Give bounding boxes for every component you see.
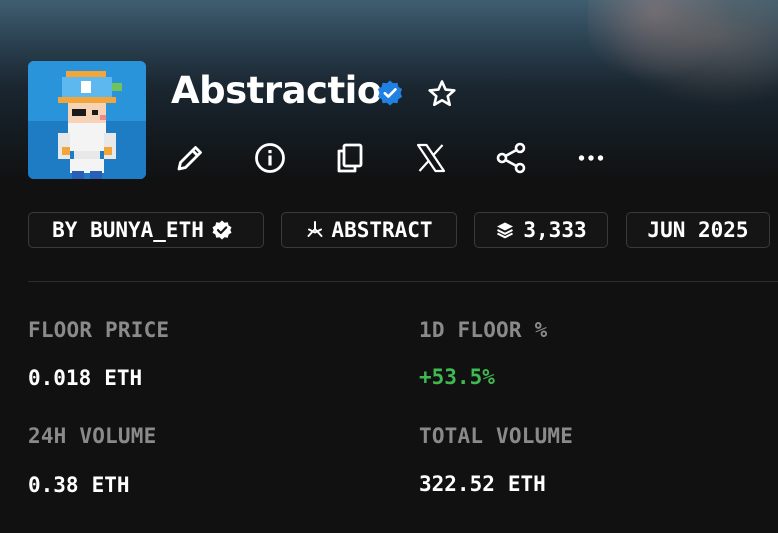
volume-24h-value: 0.38 ETH: [28, 473, 130, 497]
volume-24h-unit: ETH: [91, 473, 130, 497]
created-date-chip: JUN 2025: [626, 212, 770, 248]
layers-icon: [495, 220, 515, 240]
section-divider: [28, 281, 778, 282]
floor-price-value: 0.018 ETH: [28, 366, 142, 390]
total-volume-unit: ETH: [507, 472, 546, 496]
share-icon[interactable]: [493, 140, 529, 176]
abstract-logo-icon: [305, 220, 325, 240]
more-horizontal-icon[interactable]: [573, 140, 609, 176]
copy-icon[interactable]: [332, 140, 368, 176]
items-count-label: 3,333: [523, 218, 587, 242]
floor-price-amount: 0.018: [28, 366, 92, 390]
total-volume-value: 322.52 ETH: [419, 472, 546, 496]
total-volume-amount: 322.52: [419, 472, 495, 496]
collection-title: Abstractio: [171, 69, 382, 112]
items-count-chip: 3,333: [474, 212, 608, 248]
created-date-label: JUN 2025: [647, 218, 749, 242]
creator-chip-label: BY BUNYA_ETH: [52, 218, 204, 242]
banner-artwork: [588, 0, 778, 120]
floor-change-value: +53.5%: [419, 365, 495, 389]
collection-avatar[interactable]: [28, 61, 146, 179]
floor-price-unit: ETH: [104, 366, 143, 390]
floor-price-label: FLOOR PRICE: [28, 318, 170, 342]
chain-chip-label: ABSTRACT: [331, 218, 433, 242]
creator-verified-icon: [211, 219, 233, 241]
x-logo-icon[interactable]: [413, 140, 449, 176]
floor-change-label: 1D FLOOR %: [419, 318, 548, 342]
chain-chip[interactable]: ABSTRACT: [281, 212, 457, 248]
favorite-star-icon[interactable]: [426, 78, 458, 110]
creator-chip[interactable]: BY BUNYA_ETH: [28, 212, 264, 248]
volume-24h-amount: 0.38: [28, 473, 79, 497]
edit-pencil-icon[interactable]: [172, 140, 208, 176]
verified-badge-icon: [376, 79, 404, 107]
total-volume-label: TOTAL VOLUME: [419, 424, 574, 448]
volume-24h-label: 24H VOLUME: [28, 424, 157, 448]
captain-avatar-image: [28, 61, 146, 179]
info-icon[interactable]: [252, 140, 288, 176]
